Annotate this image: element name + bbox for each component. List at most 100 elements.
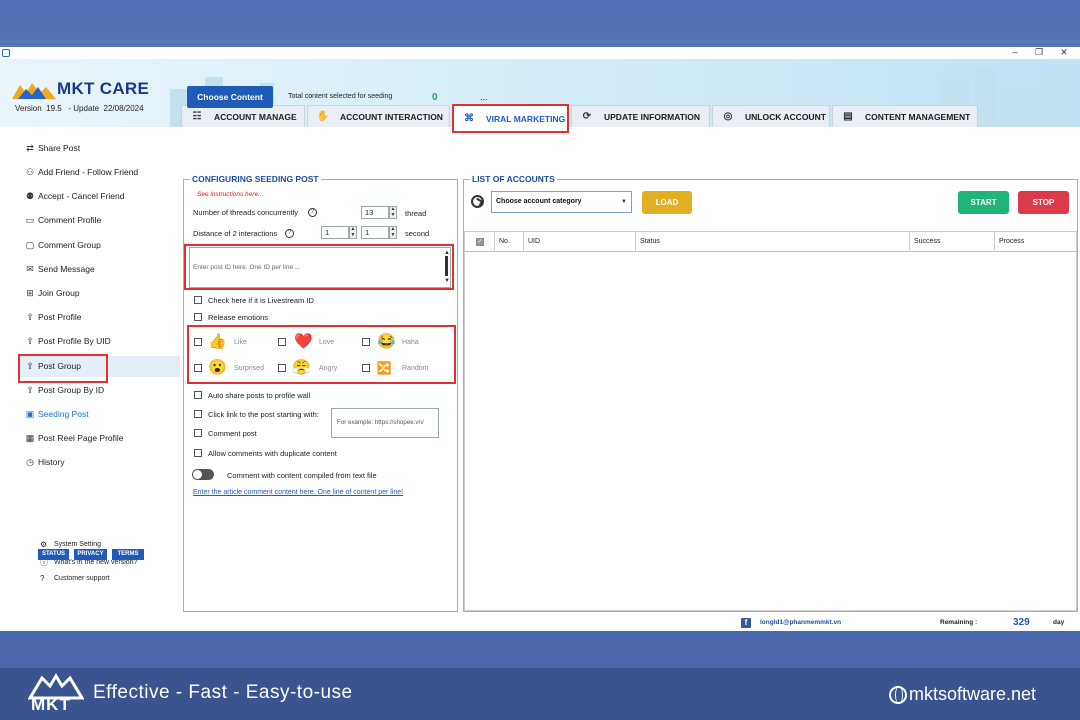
distance-to-stepper[interactable]: ▲ ▼: [389, 226, 397, 239]
column-uid[interactable]: UID: [523, 232, 635, 252]
seeding-icon: ▣: [25, 408, 35, 419]
tab-content-management[interactable]: ▤ CONTENT MANAGEMENT: [832, 105, 978, 127]
load-button[interactable]: LOAD: [642, 191, 692, 214]
accounts-table-header: ✓ No. UID Status Success Process: [465, 232, 1076, 252]
column-status[interactable]: Status: [635, 232, 909, 252]
comment-icon: ▭: [25, 214, 35, 225]
sidebar-item-share-post[interactable]: ⇄ Share Post: [24, 138, 80, 158]
history-icon: ◷: [26, 456, 34, 467]
accounts-panel-title: LIST OF ACCOUNTS: [470, 174, 557, 184]
sidebar-item-comment-profile[interactable]: ▭ Comment Profile: [24, 210, 102, 230]
distance-from-input[interactable]: 1: [321, 226, 349, 239]
footer-slogan: Effective - Fast - Easy-to-use: [93, 682, 353, 703]
distance-label: Distance of 2 interactions: [193, 229, 278, 238]
footer-website: mktsoftware.net: [889, 684, 1036, 705]
comment-post-checkbox[interactable]: [194, 429, 202, 437]
status-badge[interactable]: STATUS: [38, 549, 69, 560]
instructions-link[interactable]: See instructions here...: [197, 191, 263, 198]
select-all-checkbox[interactable]: ✓: [476, 238, 484, 246]
sidebar-item-post-group[interactable]: ⇪ Post Group: [24, 356, 81, 376]
distance-to-input[interactable]: 1: [361, 226, 389, 239]
tab-viral-marketing[interactable]: ⌘ VIRAL MARKETING: [452, 104, 569, 133]
refresh-icon[interactable]: [471, 195, 484, 208]
sidebar-item-post-profile-by-uid[interactable]: ⇪ Post Profile By UID: [24, 331, 111, 351]
sidebar-item-comment-group[interactable]: ▢ Comment Group: [24, 235, 101, 255]
close-icon[interactable]: ✕: [1052, 47, 1076, 59]
tab-update-information[interactable]: ⟳ UPDATE INFORMATION: [571, 105, 710, 127]
account-category-select[interactable]: Choose account category ▼: [491, 191, 632, 213]
document-icon: ▤: [843, 111, 853, 122]
facebook-icon: f: [741, 618, 751, 628]
distance-unit: second: [405, 229, 430, 238]
distance-from-stepper[interactable]: ▲ ▼: [349, 226, 357, 239]
threads-stepper[interactable]: ▲ ▼: [389, 206, 397, 219]
footer-brand: MKT: [31, 695, 71, 714]
app-logo: MKT CARE: [12, 79, 162, 101]
total-content-value: 0: [432, 92, 438, 103]
chevron-down-icon: ▼: [621, 199, 627, 205]
upload-icon: ⇪: [26, 335, 34, 346]
livestream-checkbox[interactable]: [194, 296, 202, 304]
sidebar-item-accept-friend[interactable]: ⚉ Accept - Cancel Friend: [24, 186, 125, 206]
sidebar-item-history[interactable]: ◷ History: [24, 452, 64, 472]
upload-icon: ⇪: [26, 360, 34, 371]
accept-friend-icon: ⚉: [25, 190, 35, 201]
sidebar-item-join-group[interactable]: ⊞ Join Group: [24, 283, 79, 303]
tab-account-interaction[interactable]: ✋ ACCOUNT INTERACTION: [307, 105, 450, 127]
top-band: [0, 0, 1080, 47]
emotions-highlight-frame: [187, 325, 456, 384]
privacy-badge[interactable]: PRIVACY: [74, 549, 107, 560]
tab-account-manage[interactable]: ☷ ACCOUNT MANAGE: [181, 105, 305, 127]
choose-content-button[interactable]: Choose Content: [187, 86, 273, 108]
stop-button[interactable]: STOP: [1018, 191, 1069, 214]
threads-unit: thread: [405, 209, 427, 218]
sidebar-item-post-profile[interactable]: ⇪ Post Profile: [24, 307, 81, 327]
account-email: longld1@phanmemmkt.vn: [760, 619, 842, 626]
upload-icon: ⇪: [26, 384, 34, 395]
comment-post-label: Comment post: [208, 429, 257, 438]
comment-file-toggle[interactable]: [192, 469, 214, 480]
post-id-highlight-frame: [184, 244, 454, 290]
click-link-label: Click link to the post starting with:: [208, 410, 319, 419]
tab-unlock-account[interactable]: ◎ UNLOCK ACCOUNT: [712, 105, 830, 127]
release-emotions-checkbox[interactable]: [194, 313, 202, 321]
sidebar-item-send-message[interactable]: ✉ Send Message: [24, 259, 94, 279]
sidebar-item-seeding-post[interactable]: ▣ Seeding Post: [24, 404, 89, 424]
system-setting-link[interactable]: ⚙ System Setting: [40, 540, 101, 549]
threads-input[interactable]: 13: [361, 206, 389, 219]
column-success[interactable]: Success: [909, 232, 994, 252]
remaining-unit: day: [1053, 619, 1065, 626]
customer-support-link[interactable]: ? Customer support: [40, 574, 110, 583]
help-icon[interactable]: ?: [285, 229, 294, 238]
sidebar-item-post-reel[interactable]: ▦ Post Reel Page Profile: [24, 428, 124, 448]
remaining-days: 329: [1013, 617, 1030, 628]
list-icon: ☷: [192, 111, 202, 122]
remaining-label: Remaining :: [940, 619, 978, 626]
column-no[interactable]: No.: [494, 232, 518, 252]
comment-group-icon: ▢: [25, 239, 35, 250]
link-prefix-placeholder: For example: https://shopee.vn/: [337, 419, 424, 426]
allow-duplicate-checkbox[interactable]: [194, 449, 202, 457]
join-group-icon: ⊞: [26, 287, 34, 298]
minimize-icon[interactable]: –: [1003, 47, 1027, 59]
total-content-extra: ...: [480, 92, 488, 102]
accounts-table[interactable]: ✓ No. UID Status Success Process: [464, 231, 1077, 611]
column-process[interactable]: Process: [994, 232, 1076, 252]
auto-share-label: Auto share posts to profile wall: [208, 391, 311, 400]
reel-icon: ▦: [25, 432, 35, 443]
auto-share-checkbox[interactable]: [194, 391, 202, 399]
click-link-checkbox[interactable]: [194, 410, 202, 418]
sidebar-item-add-friend[interactable]: ⚇ Add Friend - Follow Friend: [24, 162, 138, 182]
restore-icon[interactable]: ❐: [1027, 47, 1051, 59]
threads-label: Number of threads concurrently: [193, 208, 299, 217]
comment-content-link[interactable]: Enter the article comment content here. …: [193, 489, 403, 496]
terms-badge[interactable]: TERMS: [112, 549, 144, 560]
start-button[interactable]: START: [958, 191, 1009, 214]
livestream-label: Check here if it is Livestream ID: [208, 296, 314, 305]
sidebar-item-post-group-by-id[interactable]: ⇪ Post Group By ID: [24, 380, 104, 400]
allow-duplicate-label: Allow comments with duplicate content: [208, 449, 337, 458]
config-panel-title: CONFIGURING SEEDING POST: [190, 174, 321, 184]
help-icon[interactable]: ?: [308, 208, 317, 217]
comment-file-label: Comment with content compiled from text …: [227, 471, 377, 480]
message-icon: ✉: [26, 263, 34, 274]
